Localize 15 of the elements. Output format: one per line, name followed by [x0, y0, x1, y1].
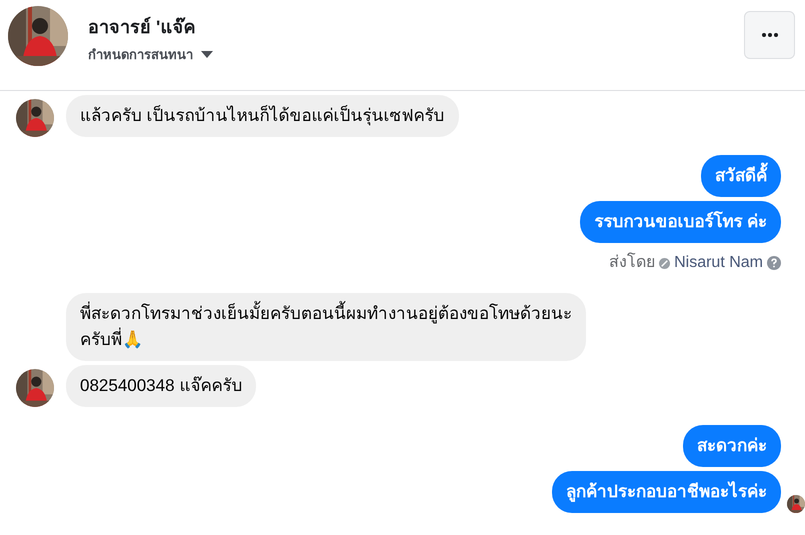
caret-icon: [201, 50, 213, 59]
sender-name[interactable]: Nisarut Nam: [674, 251, 763, 275]
conversation-settings-dropdown[interactable]: กำหนดการสนทนา: [88, 45, 213, 64]
message-bubble: สวัสดีคั้: [701, 155, 781, 197]
help-icon[interactable]: [767, 256, 781, 270]
blocked-icon: [659, 258, 670, 268]
message-bubble: พี่สะดวกโทรมาช่วงเย็นมั้ยครับตอนนี้ผมทำงานอยู่ต้องขอโทษด้วยนะครับพี่🙏: [66, 293, 586, 361]
sent-by-label: ส่งโดย: [609, 252, 656, 273]
message-bubble: สะดวกค่ะ: [683, 425, 781, 467]
message-bubble: แล้วครับ เป็นรถบ้านไหนก็ได้ขอแค่เป็นรุ่นเซฟครับ: [66, 95, 459, 137]
message-bubble: 0825400348 แจ๊คครับ: [66, 365, 256, 407]
more-icon: [762, 33, 778, 37]
contact-name: อาจารย์ 'แจ๊ค: [88, 16, 196, 39]
message-bubble: รรบกวนขอเบอร์โทร ค่ะ: [580, 201, 781, 243]
message-bubble: ลูกค้าประกอบอาชีพอะไรค่ะ: [552, 471, 781, 513]
